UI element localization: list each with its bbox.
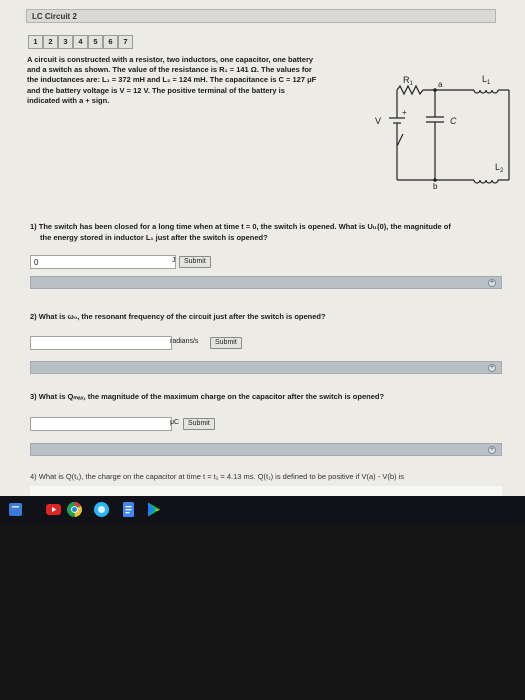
tab-7[interactable]: 7	[118, 35, 133, 49]
youtube-icon[interactable]	[45, 501, 62, 518]
tab-2[interactable]: 2	[43, 35, 58, 49]
app-icon[interactable]	[93, 501, 110, 518]
label-node-a: a	[438, 80, 443, 89]
tab-3[interactable]: 3	[58, 35, 73, 49]
problem-title: LC Circuit 2	[32, 12, 77, 21]
question-3: 3) What is Qₘₐₓ, the magnitude of the ma…	[30, 392, 385, 401]
intro-line: the inductances are: L₁ = 372 mH and L₂ …	[27, 75, 317, 85]
question-1-line-1: 1) The switch has been closed for a long…	[30, 222, 451, 231]
question-3-answer-input[interactable]	[30, 417, 172, 431]
question-2-answer-input[interactable]	[30, 336, 172, 350]
question-1-answer-input[interactable]	[30, 255, 176, 269]
label-voltage: V	[375, 116, 381, 126]
tab-6[interactable]: 6	[103, 35, 118, 49]
switch-lever	[396, 133, 404, 147]
question-2: 2) What is ω₀, the resonant frequency of…	[30, 312, 326, 321]
label-l2: L2	[495, 162, 504, 174]
question-2-hint-bar[interactable]: +	[30, 361, 502, 374]
problem-tabs: 1 2 3 4 5 6 7	[28, 35, 133, 49]
question-2-submit-button[interactable]: Submit	[210, 337, 242, 349]
expand-icon[interactable]: +	[488, 364, 496, 372]
tab-5[interactable]: 5	[88, 35, 103, 49]
question-2-unit: radians/s	[170, 338, 199, 345]
expand-icon[interactable]: +	[488, 446, 496, 454]
node-a	[433, 88, 437, 92]
docs-icon[interactable]	[120, 501, 137, 518]
files-icon[interactable]	[7, 501, 24, 518]
label-node-b: b	[433, 182, 438, 190]
label-battery-plus: +	[402, 108, 407, 117]
intro-line: and the battery voltage is V = 12 V. The…	[27, 85, 285, 95]
question-3-hint-bar[interactable]: +	[30, 443, 502, 456]
tab-4[interactable]: 4	[73, 35, 88, 49]
question-1: 1) The switch has been closed for a long…	[30, 222, 510, 243]
question-1-line-2: the energy stored in inductor L₁ just af…	[40, 232, 268, 242]
question-3-unit: μC	[170, 419, 180, 426]
label-l1: L1	[482, 74, 491, 86]
browser-screen: LC Circuit 2 1 2 3 4 5 6 7 A circuit is …	[0, 0, 525, 496]
taskbar	[0, 496, 525, 524]
question-3-submit-button[interactable]: Submit	[183, 418, 215, 430]
inductor-l1	[473, 89, 499, 94]
intro-line: indicated with a + sign.	[27, 95, 110, 105]
question-1-unit: J	[172, 257, 176, 264]
expand-icon[interactable]: +	[488, 279, 496, 287]
intro-line: and a switch as shown. The value of the …	[27, 65, 312, 75]
question-1-hint-bar[interactable]: +	[30, 276, 502, 289]
label-capacitor: C	[450, 116, 457, 126]
chrome-icon[interactable]	[66, 501, 83, 518]
question-4: 4) What is Q(t₁), the charge on the capa…	[30, 472, 404, 481]
question-4-area	[30, 486, 502, 496]
tab-1[interactable]: 1	[28, 35, 43, 49]
inductor-l2	[473, 179, 499, 184]
question-1-submit-button[interactable]: Submit	[179, 256, 211, 268]
intro-line: A circuit is constructed with a resistor…	[27, 55, 314, 64]
problem-description: A circuit is constructed with a resistor…	[27, 55, 352, 106]
circuit-diagram: R1 a L1 + V C L2 b	[375, 74, 510, 190]
problem-title-bar: LC Circuit 2	[26, 9, 496, 23]
play-store-icon[interactable]	[145, 501, 162, 518]
resistor-r1	[396, 84, 424, 96]
